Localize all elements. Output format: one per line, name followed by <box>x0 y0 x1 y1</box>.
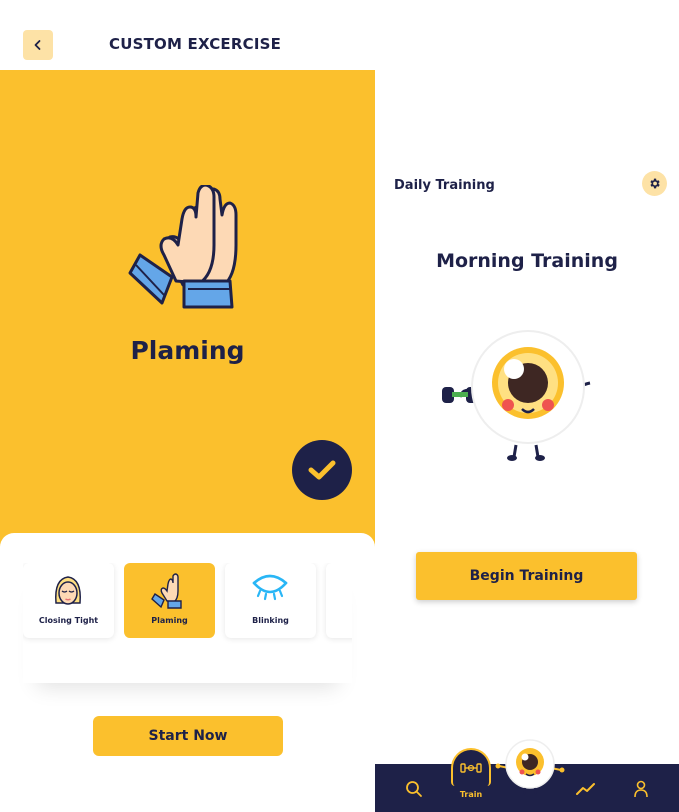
train-icon <box>460 763 482 773</box>
exercise-card-label: Plaming <box>151 616 188 625</box>
training-title: Morning Training <box>436 250 618 272</box>
top-bar: CUSTOM EXCERCISE <box>0 0 375 70</box>
nav-train[interactable] <box>451 748 491 786</box>
exercise-card-plaming[interactable]: Plaming <box>124 563 215 638</box>
exercise-card-next[interactable] <box>326 563 352 638</box>
face-eyes-closed-icon <box>55 576 81 605</box>
nav-stats[interactable] <box>575 778 597 800</box>
begin-training-button[interactable]: Begin Training <box>416 552 637 600</box>
eyeball-mascot-icon <box>442 330 591 461</box>
palms-icon <box>151 573 182 609</box>
exercise-picker-sheet: Closing Tight Plaming Blinking Start Now <box>0 533 375 812</box>
exercise-carousel[interactable]: Closing Tight Plaming Blinking <box>23 563 352 683</box>
nav-profile[interactable] <box>630 778 652 800</box>
exercise-card-closing-tight[interactable]: Closing Tight <box>23 563 114 638</box>
back-button[interactable] <box>23 30 53 60</box>
gear-icon <box>650 178 660 189</box>
exercise-card-label: Closing Tight <box>38 616 99 625</box>
check-icon <box>308 460 336 480</box>
stats-icon <box>576 783 595 795</box>
nav-search[interactable] <box>403 778 425 800</box>
exercise-card-label: Blinking <box>252 616 289 625</box>
daily-training-screen: Daily Training Morning Training Begin Tr… <box>375 0 679 812</box>
eye-blink-icon <box>252 574 288 601</box>
selected-exercise-panel: Plaming <box>0 70 375 550</box>
chevron-left-icon <box>34 40 41 50</box>
nav-train-label: Train <box>459 790 483 799</box>
section-title: Daily Training <box>394 178 495 193</box>
custom-exercise-screen: CUSTOM EXCERCISE Plaming Closing Tight P… <box>0 0 375 812</box>
page-title: CUSTOM EXCERCISE <box>109 35 282 53</box>
app-root: CUSTOM EXCERCISE Plaming Closing Tight P… <box>0 0 679 812</box>
profile-icon <box>634 780 648 798</box>
selected-exercise-name: Plaming <box>130 336 245 365</box>
confirm-button[interactable] <box>292 440 352 500</box>
palms-icon <box>128 185 238 309</box>
mascot-icon[interactable] <box>495 738 565 798</box>
start-now-button[interactable]: Start Now <box>93 716 283 756</box>
settings-button[interactable] <box>642 171 667 196</box>
search-icon <box>406 781 422 797</box>
exercise-card-blinking[interactable]: Blinking <box>225 563 316 638</box>
